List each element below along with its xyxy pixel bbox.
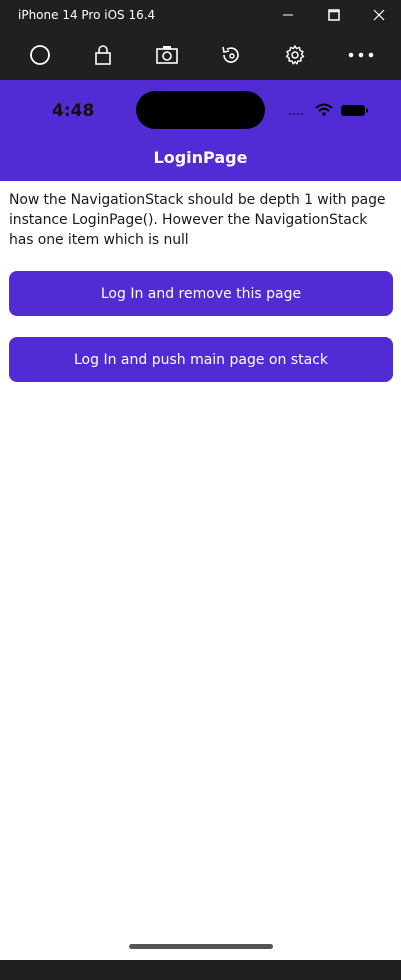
rotate-icon: [222, 46, 239, 63]
minimize-button[interactable]: [265, 0, 311, 30]
ios-header: 4:48 LoginPage: [0, 80, 401, 181]
close-icon: [373, 9, 385, 21]
minimize-icon: [283, 14, 293, 16]
wifi-icon: [315, 103, 333, 116]
window-title-bar: iPhone 14 Pro iOS 16.4: [0, 0, 401, 30]
battery-icon: [341, 105, 368, 116]
status-icons: [288, 103, 368, 116]
camera-icon: [156, 46, 178, 64]
settings-button[interactable]: [280, 40, 310, 70]
simulator-toolbar: [0, 30, 401, 80]
maximize-button[interactable]: [311, 0, 357, 30]
description-text: Now the NavigationStack should be depth …: [9, 192, 386, 248]
home-button[interactable]: [25, 40, 55, 70]
log-in-push-main-page-button[interactable]: Log In and push main page on stack: [9, 337, 393, 382]
window-bottom-bar: [0, 960, 401, 980]
close-button[interactable]: [356, 0, 401, 30]
page-title: LoginPage: [153, 148, 248, 167]
dynamic-island: [136, 91, 265, 129]
window-title: iPhone 14 Pro iOS 16.4: [18, 8, 156, 22]
rotate-button[interactable]: [216, 40, 246, 70]
lock-icon: [95, 45, 111, 65]
status-time: 4:48: [52, 101, 95, 121]
lock-button[interactable]: [88, 40, 118, 70]
log-in-remove-page-button[interactable]: Log In and remove this page: [9, 271, 393, 316]
home-circle-icon: [30, 45, 50, 65]
home-indicator[interactable]: [129, 944, 273, 949]
screenshot-button[interactable]: [152, 40, 182, 70]
maximize-icon: [328, 9, 340, 21]
settings-gear-icon: [285, 45, 305, 65]
more-dots-icon: [348, 52, 374, 58]
content-area: Now the NavigationStack should be depth …: [9, 190, 393, 250]
more-button[interactable]: [346, 40, 376, 70]
cellular-signal-icon: [288, 112, 304, 116]
